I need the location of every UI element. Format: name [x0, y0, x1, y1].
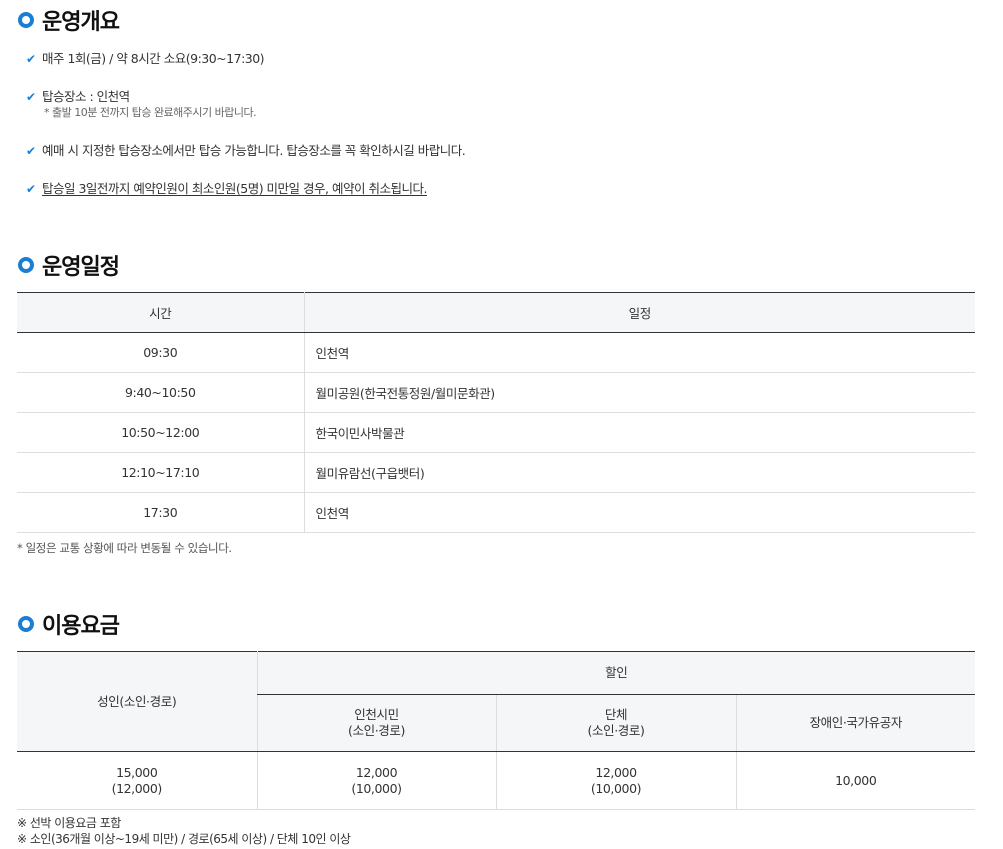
list-item: ✔ 탑승장소 : 인천역 * 출발 10분 전까지 탑승 완료해주시기 바랍니다… — [26, 88, 465, 142]
overview-item-text: 탑승장소 : 인천역 — [42, 89, 130, 104]
column-header-plan: 일정 — [303, 292, 975, 333]
overview-item-text: 예매 시 지정한 탑승장소에서만 탑승 가능합니다. 탑승장소를 꼭 확인하시길… — [42, 143, 466, 158]
column-header-group: 단체 (소인·경로) — [495, 694, 736, 752]
check-icon: ✔ — [26, 144, 36, 158]
fee-note: ※ 선박 이용요금 포함 — [17, 816, 121, 830]
check-icon: ✔ — [26, 52, 36, 66]
section-title-schedule: 운영일정 — [18, 249, 120, 281]
fee-cell-incheon: 12,000 (10,000) — [256, 751, 496, 810]
header-line: (소인·경로) — [348, 723, 405, 738]
plan-cell: 인천역 — [303, 332, 975, 373]
column-header-disabled: 장애인·국가유공자 — [735, 694, 975, 752]
ring-icon — [18, 616, 34, 632]
time-cell: 9:40~10:50 — [17, 372, 304, 413]
section-title-fees: 이용요금 — [18, 608, 120, 640]
fee-note: ※ 소인(36개월 이상~19세 미만) / 경로(65세 이상) / 단체 1… — [17, 832, 351, 846]
time-cell: 12:10~17:10 — [17, 452, 304, 493]
table-row: 9:40~10:50 월미공원(한국전통정원/월미문화관) — [17, 372, 975, 413]
fee-cell-adult: 15,000 (12,000) — [17, 751, 257, 810]
table-row: 12:10~17:10 월미유람선(구읍뱃터) — [17, 452, 975, 493]
price-main: 15,000 — [116, 764, 158, 780]
header-line: 단체 — [604, 707, 628, 722]
header-line: (소인·경로) — [587, 723, 645, 738]
table-header-row: 시간 일정 — [17, 292, 975, 333]
fee-notes: ※ 선박 이용요금 포함 ※ 소인(36개월 이상~19세 미만) / 경로(6… — [17, 815, 351, 847]
check-icon: ✔ — [26, 90, 36, 104]
overview-item-text: 매주 1회(금) / 약 8시간 소요(9:30~17:30) — [42, 51, 265, 66]
table-header-row: 성인(소인·경로) 할인 — [17, 651, 975, 752]
section-title-text: 운영개요 — [42, 10, 120, 35]
section-title-overview: 운영개요 — [18, 4, 120, 36]
schedule-table: 시간 일정 09:30 인천역 9:40~10:50 월미공원(한국전통정원/월… — [17, 292, 975, 533]
plan-cell: 인천역 — [303, 492, 975, 533]
price-sub: (12,000) — [111, 780, 163, 796]
section-title-text: 운영일정 — [42, 255, 120, 280]
time-cell: 09:30 — [17, 332, 304, 373]
time-cell: 10:50~12:00 — [17, 412, 304, 453]
table-row: 15,000 (12,000) 12,000 (10,000) 12,000 (… — [17, 751, 975, 810]
overview-list: ✔ 매주 1회(금) / 약 8시간 소요(9:30~17:30) ✔ 탑승장소… — [26, 50, 466, 200]
overview-item-subtext: * 출발 10분 전까지 탑승 완료해주시기 바랍니다. — [44, 106, 257, 119]
column-header-adult: 성인(소인·경로) — [17, 651, 257, 752]
column-header-discount: 할인 — [256, 651, 975, 695]
list-item: ✔ 예매 시 지정한 탑승장소에서만 탑승 가능합니다. 탑승장소를 꼭 확인하… — [26, 142, 466, 180]
list-item: ✔ 탑승일 3일전까지 예약인원이 최소인원(5명) 미만일 경우, 예약이 취… — [26, 180, 465, 200]
column-header-time: 시간 — [17, 292, 304, 333]
price-sub: (10,000) — [590, 780, 642, 796]
plan-cell: 한국이민사박물관 — [303, 412, 975, 453]
fee-table: 성인(소인·경로) 할인 인천시민 (소인·경로) 단체 (소인·경로) 장애인… — [17, 651, 975, 810]
section-title-text: 이용요금 — [42, 614, 120, 639]
time-cell: 17:30 — [17, 492, 304, 533]
ring-icon — [18, 12, 34, 28]
list-item: ✔ 매주 1회(금) / 약 8시간 소요(9:30~17:30) — [26, 50, 465, 88]
overview-item-text: 탑승일 3일전까지 예약인원이 최소인원(5명) 미만일 경우, 예약이 취소됩… — [42, 181, 427, 196]
price-main: 12,000 — [595, 764, 637, 780]
price-sub: (10,000) — [351, 780, 402, 796]
fee-cell-disabled: 10,000 — [735, 751, 975, 810]
plan-cell: 월미유람선(구읍뱃터) — [303, 452, 975, 493]
column-header-incheon: 인천시민 (소인·경로) — [256, 694, 496, 752]
fee-cell-group: 12,000 (10,000) — [495, 751, 736, 810]
ring-icon — [18, 257, 34, 273]
header-line: 인천시민 — [354, 707, 399, 722]
table-row: 10:50~12:00 한국이민사박물관 — [17, 412, 975, 453]
price-main: 12,000 — [355, 764, 398, 780]
plan-cell: 월미공원(한국전통정원/월미문화관) — [303, 372, 975, 413]
check-icon: ✔ — [26, 182, 36, 196]
table-row: 09:30 인천역 — [17, 332, 975, 373]
table-row: 17:30 인천역 — [17, 492, 975, 533]
schedule-note: * 일정은 교통 상황에 따라 변동될 수 있습니다. — [17, 541, 232, 555]
